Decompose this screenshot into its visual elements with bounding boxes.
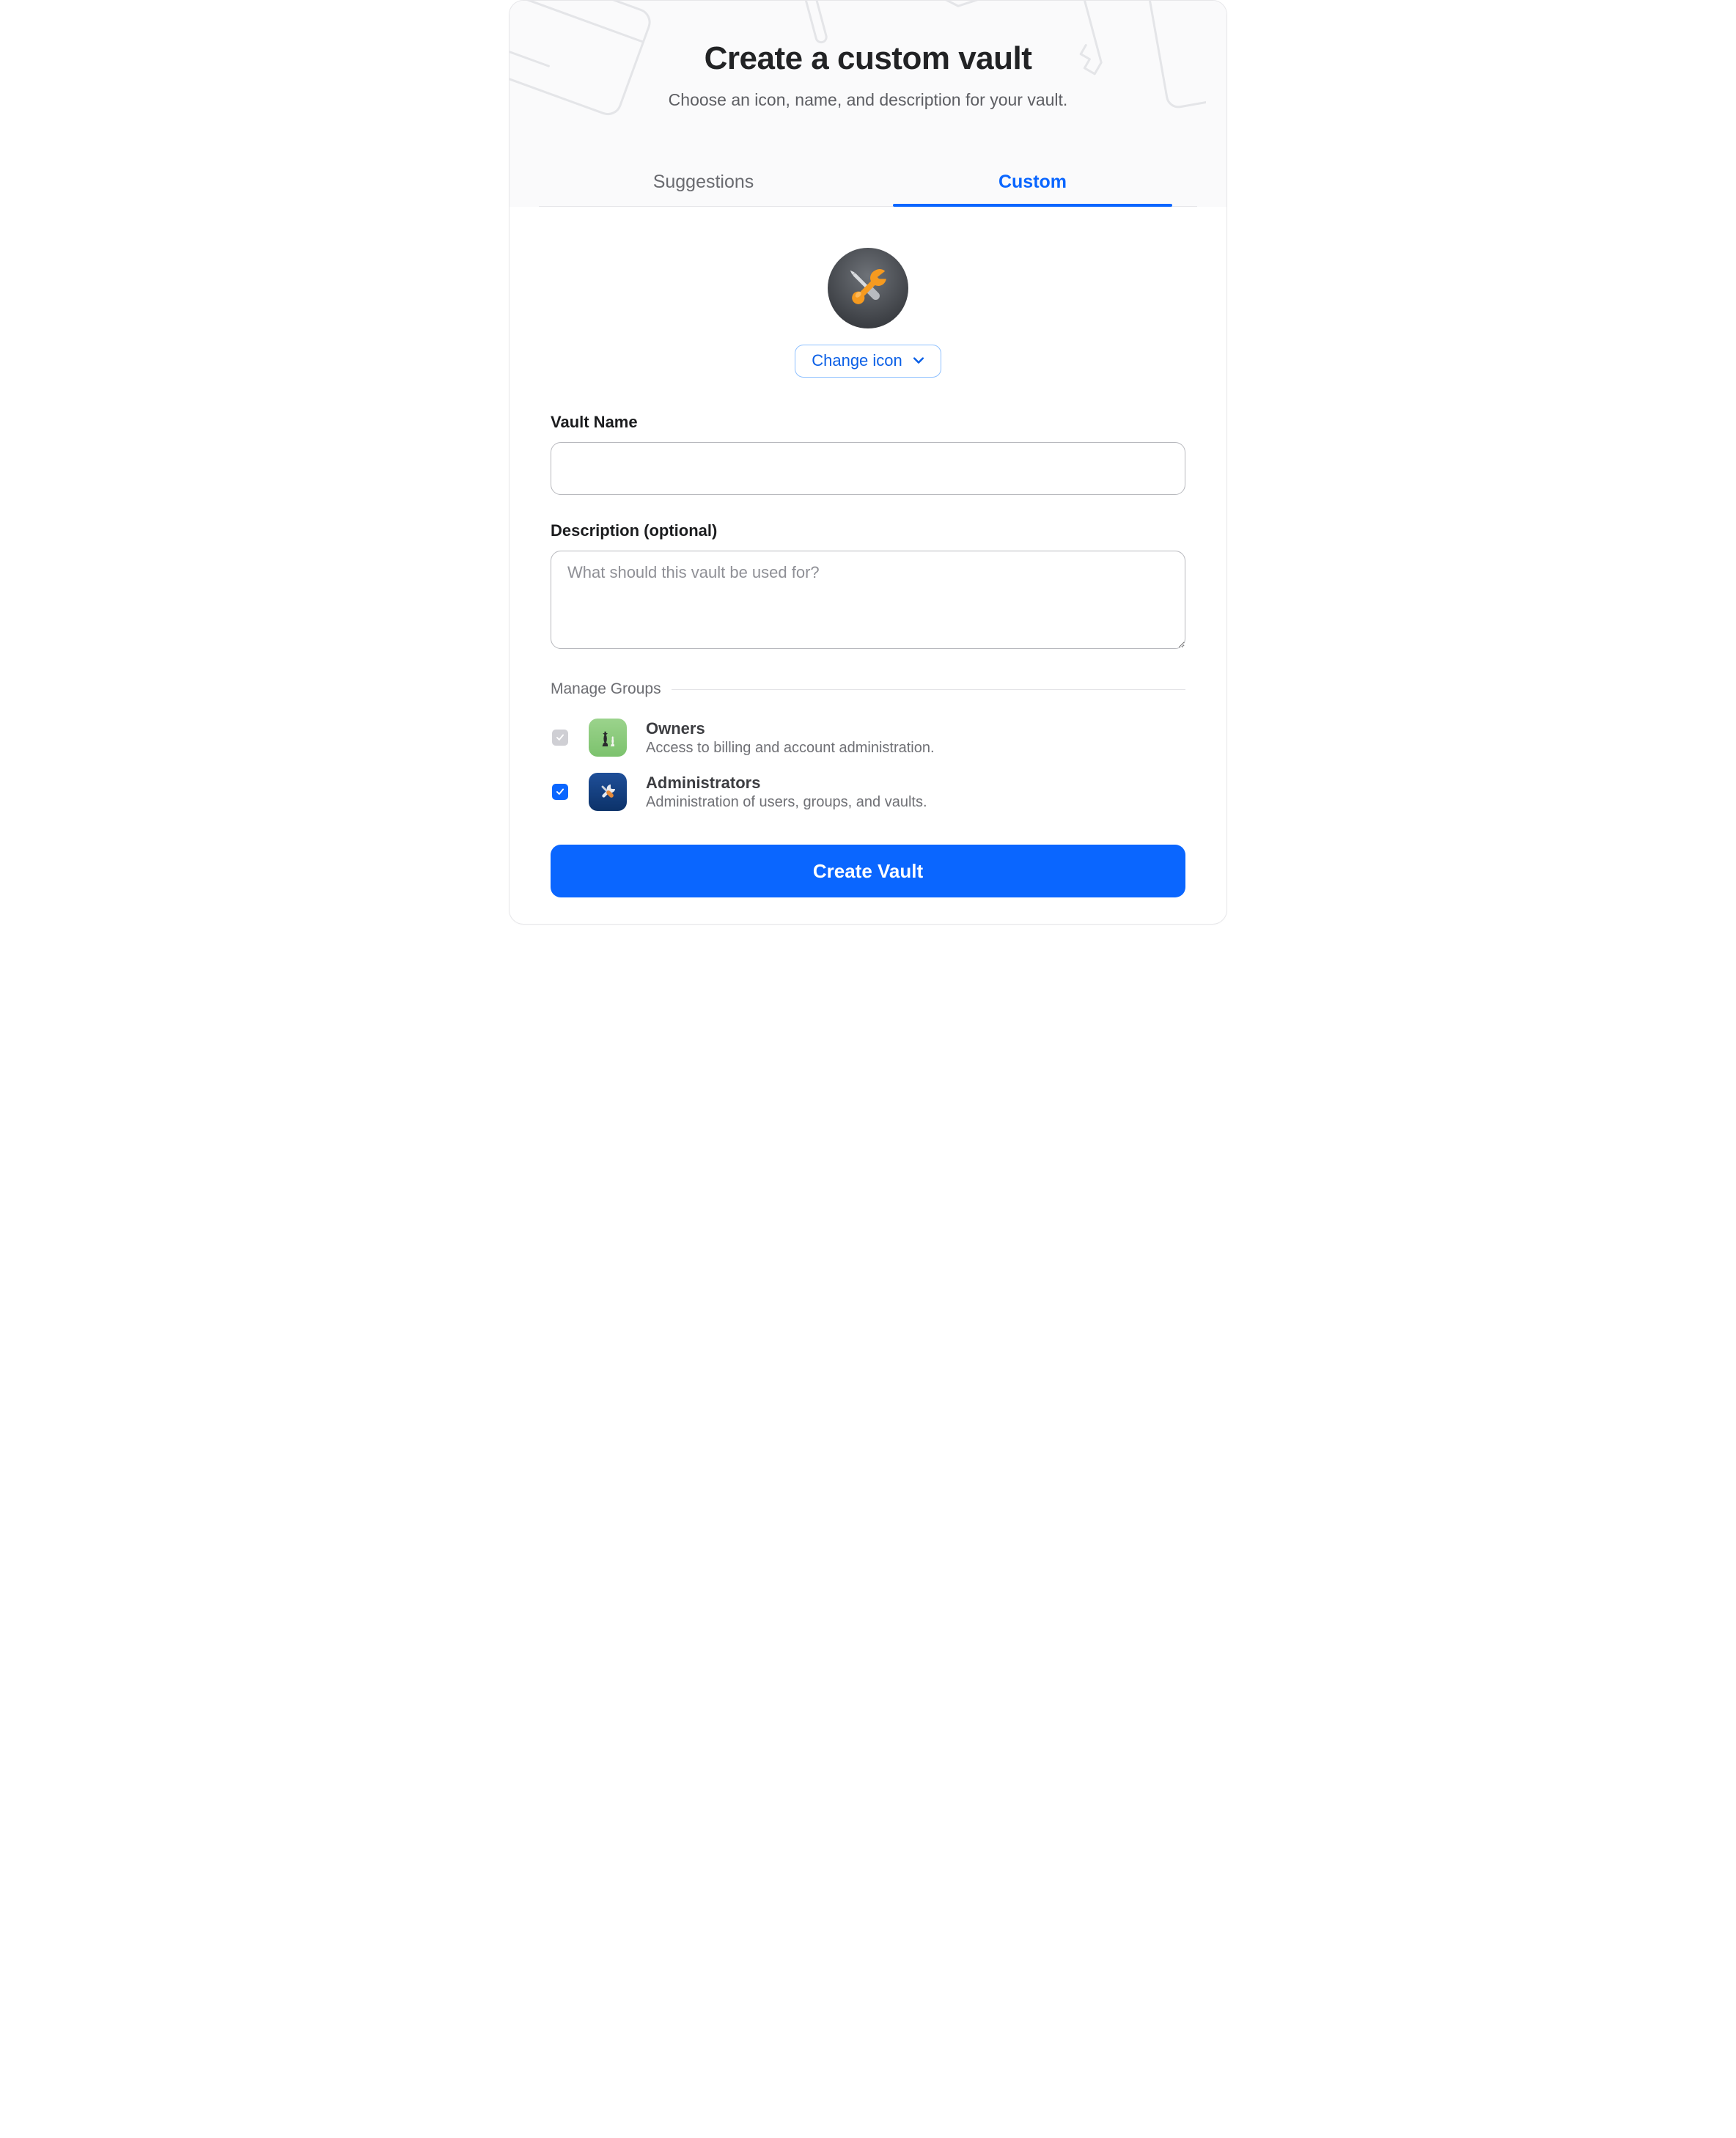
- vault-description-field: Description (optional): [551, 521, 1185, 653]
- hero: Create a custom vault Choose an icon, na…: [510, 1, 1226, 207]
- page-title: Create a custom vault: [539, 40, 1197, 77]
- group-row-owners: Owners Access to billing and account adm…: [551, 714, 1185, 768]
- tab-suggestions[interactable]: Suggestions: [539, 161, 868, 206]
- vault-name-field: Vault Name: [551, 413, 1185, 495]
- change-icon-label: Change icon: [812, 351, 902, 370]
- form-body: Change icon Vault Name Description (opti…: [510, 207, 1226, 924]
- owners-title: Owners: [646, 719, 935, 738]
- administrators-checkbox[interactable]: [552, 784, 568, 800]
- change-icon-button[interactable]: Change icon: [795, 345, 941, 378]
- manage-groups-legend: Manage Groups: [551, 680, 661, 698]
- administrators-desc: Administration of users, groups, and vau…: [646, 794, 927, 811]
- create-vault-button[interactable]: Create Vault: [551, 845, 1185, 897]
- vault-icon-block: Change icon: [551, 248, 1185, 378]
- owners-checkbox: [552, 730, 568, 746]
- chess-icon: [589, 719, 627, 757]
- vault-name-label: Vault Name: [551, 413, 1185, 432]
- tab-custom[interactable]: Custom: [868, 161, 1197, 206]
- chevron-down-icon: [911, 353, 926, 368]
- create-vault-panel: Create a custom vault Choose an icon, na…: [509, 0, 1227, 925]
- vault-icon-preview: [828, 248, 908, 328]
- owners-desc: Access to billing and account administra…: [646, 740, 935, 757]
- tools-icon: [839, 260, 897, 317]
- vault-description-input[interactable]: [551, 551, 1185, 649]
- administrators-title: Administrators: [646, 774, 927, 793]
- divider: [672, 689, 1185, 690]
- page-subtitle: Choose an icon, name, and description fo…: [539, 90, 1197, 110]
- group-row-administrators: Administrators Administration of users, …: [551, 768, 1185, 823]
- wrench-cross-icon: [589, 773, 627, 811]
- tabs: Suggestions Custom: [539, 161, 1197, 207]
- manage-groups-section: Manage Groups: [551, 680, 1185, 823]
- check-icon: [555, 732, 565, 743]
- check-icon: [555, 787, 565, 797]
- vault-name-input[interactable]: [551, 442, 1185, 495]
- vault-description-label: Description (optional): [551, 521, 1185, 540]
